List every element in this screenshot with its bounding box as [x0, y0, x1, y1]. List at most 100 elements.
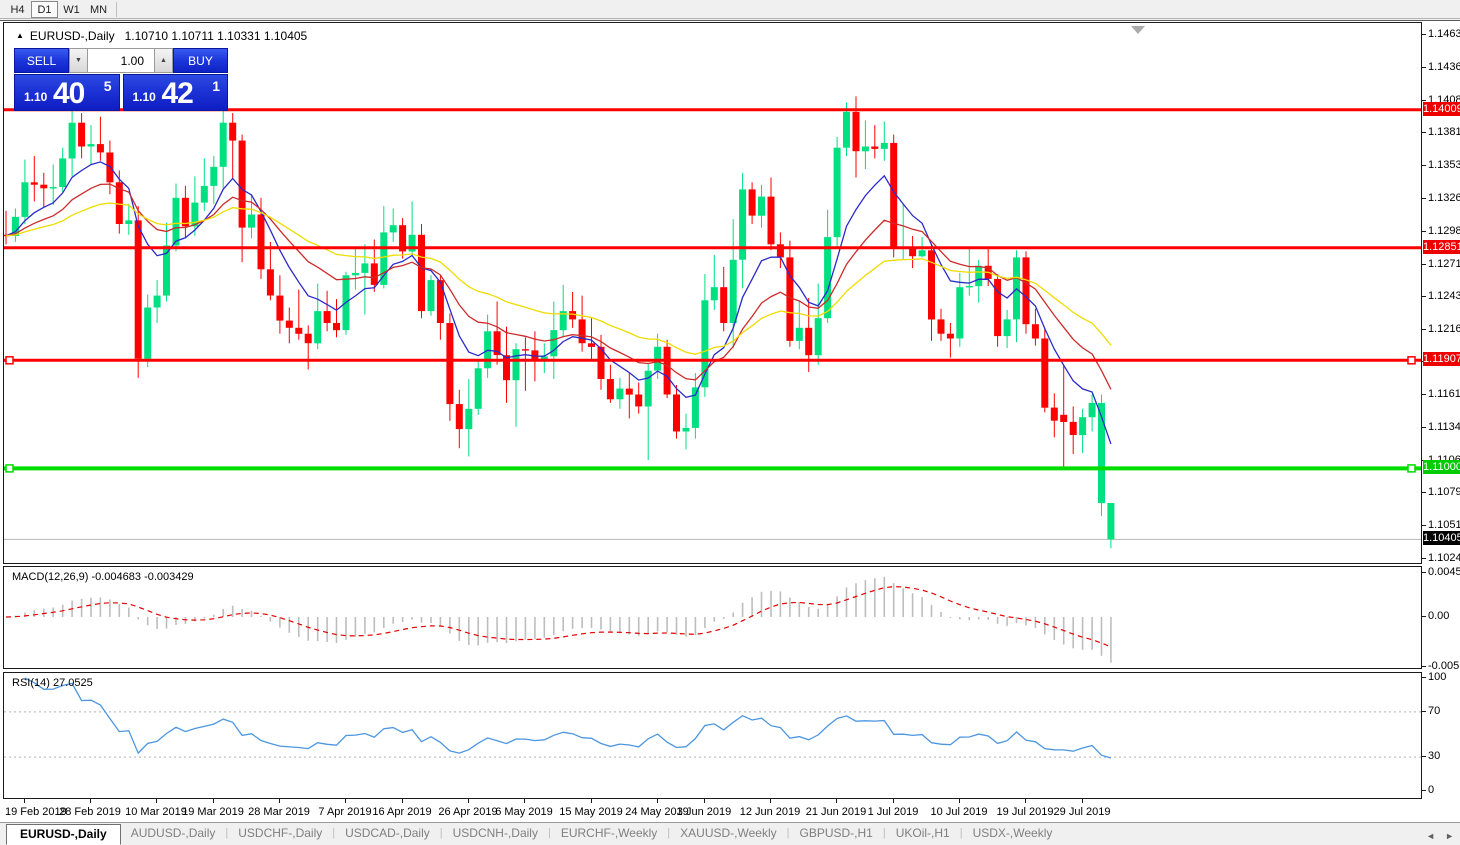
buy-price-sup: 1 [212, 78, 220, 94]
symbol-tab[interactable]: XAUUSD-,Weekly [670, 824, 786, 845]
price-axis-tick: 1.10790 [1428, 486, 1460, 498]
date-axis-label: 28 Feb 2019 [59, 806, 121, 818]
macd-indicator-pane[interactable]: MACD(12,26,9) -0.004683 -0.003429 [3, 566, 1422, 669]
volume-decrease-button[interactable]: ▼ [69, 48, 88, 73]
buy-button[interactable]: BUY [173, 48, 228, 73]
candle [239, 141, 246, 228]
candle [154, 296, 161, 308]
candle [475, 368, 482, 409]
date-axis-label: 16 Apr 2019 [372, 806, 431, 818]
tab-scroll-left-icon[interactable]: ◄ [1426, 831, 1435, 841]
axis-tick [1422, 677, 1426, 678]
candle [248, 215, 255, 228]
line-handle[interactable] [1408, 465, 1415, 472]
price-axis[interactable]: 1.146351.143601.140851.138101.135351.132… [1422, 21, 1460, 823]
price-chart-pane[interactable]: ▲EURUSD-,Daily1.10710 1.10711 1.10331 1.… [3, 22, 1422, 564]
candle [428, 280, 435, 311]
macd-chart[interactable] [4, 567, 1421, 668]
candle [522, 349, 529, 350]
candle [1079, 417, 1086, 435]
candle [862, 147, 869, 152]
symbol-tab[interactable]: USDX-,Weekly [963, 824, 1063, 845]
price-axis-tick: 1.12435 [1428, 290, 1460, 302]
macd-axis-tick: 0.004532 [1428, 566, 1460, 578]
price-line-label[interactable]: 1.11000 [1423, 460, 1460, 474]
candle [928, 250, 935, 319]
symbol-tab[interactable]: USDCNH-,Daily [443, 824, 548, 845]
candle [1051, 408, 1058, 421]
chart-title: ▲EURUSD-,Daily1.10710 1.10711 1.10331 1.… [16, 29, 307, 43]
timeframe-button-d1[interactable]: D1 [31, 1, 58, 18]
symbol-tab-active[interactable]: EURUSD-,Daily [6, 824, 121, 845]
timeframe-button-h4[interactable]: H4 [4, 1, 31, 18]
candle [1107, 503, 1114, 539]
timeframe-button-w1[interactable]: W1 [58, 1, 85, 18]
candle [966, 286, 973, 287]
candle [654, 347, 661, 371]
date-tick [279, 799, 280, 803]
line-handle[interactable] [1408, 357, 1415, 364]
candle [834, 148, 841, 237]
candle [314, 311, 321, 343]
timeframe-toolbar: H4D1W1MN [0, 0, 1460, 19]
date-tick [704, 799, 705, 803]
collapse-triangle-icon[interactable]: ▲ [16, 31, 24, 40]
date-tick [156, 799, 157, 803]
candle [796, 328, 803, 341]
macd-signal-line [6, 587, 1111, 647]
date-axis[interactable]: 19 Feb 201928 Feb 201910 Mar 201919 Mar … [3, 799, 1422, 823]
tab-scroll-right-icon[interactable]: ► [1445, 831, 1454, 841]
price-axis-tick: 1.13260 [1428, 192, 1460, 204]
date-axis-label: 15 May 2019 [559, 806, 623, 818]
line-handle[interactable] [6, 357, 13, 364]
candle [1089, 403, 1096, 417]
price-line-label[interactable]: 1.12851 [1423, 240, 1460, 254]
date-axis-label: 1 Jul 2019 [868, 806, 919, 818]
sell-price-prefix: 1.10 [24, 90, 47, 104]
rsi-axis-tick: 70 [1428, 705, 1440, 717]
candle [749, 189, 756, 215]
volume-increase-button[interactable]: ▲ [154, 48, 173, 73]
date-axis-label: 7 Apr 2019 [318, 806, 371, 818]
date-axis-label: 21 Jun 2019 [806, 806, 867, 818]
chart-shift-marker-icon[interactable] [1131, 26, 1145, 34]
candle [97, 144, 104, 152]
candle [843, 112, 850, 148]
price-axis-tick: 1.10515 [1428, 519, 1460, 531]
symbol-tab[interactable]: EURCHF-,Weekly [551, 824, 667, 845]
candle [78, 123, 85, 147]
symbol-tab[interactable]: GBPUSD-,H1 [789, 824, 882, 845]
buy-price-display[interactable]: 1.10 42 1 [123, 74, 229, 111]
date-tick [90, 799, 91, 803]
symbol-tab[interactable]: AUDUSD-,Daily [121, 824, 226, 845]
date-axis-label: 29 Jul 2019 [1054, 806, 1111, 818]
price-axis-tick: 1.14635 [1428, 28, 1460, 40]
line-handle[interactable] [6, 465, 13, 472]
sell-button[interactable]: SELL [14, 48, 69, 73]
timeframe-button-mn[interactable]: MN [85, 1, 112, 18]
axis-tick [1422, 756, 1426, 757]
date-tick [213, 799, 214, 803]
symbol-tab[interactable]: USDCHF-,Daily [228, 824, 332, 845]
price-line-label[interactable]: 1.11907 [1423, 352, 1460, 366]
candle [673, 395, 680, 432]
price-line-label[interactable]: 1.14009 [1423, 102, 1460, 116]
date-tick [591, 799, 592, 803]
date-tick [468, 799, 469, 803]
rsi-label: RSI(14) 27.0525 [12, 677, 93, 689]
rsi-indicator-pane[interactable]: RSI(14) 27.0525 [3, 672, 1422, 799]
date-axis-label: 19 Jul 2019 [997, 806, 1054, 818]
candle [1004, 319, 1011, 336]
candle [295, 328, 302, 334]
date-axis-label: 12 Jun 2019 [740, 806, 801, 818]
sell-price-display[interactable]: 1.10 40 5 [14, 74, 120, 111]
rsi-chart[interactable] [4, 673, 1421, 798]
candle [871, 147, 878, 149]
symbol-tab[interactable]: USDCAD-,Daily [335, 824, 440, 845]
candle [31, 182, 38, 184]
toolbar-separator [116, 2, 117, 17]
candle [173, 198, 180, 246]
candle [720, 287, 727, 323]
volume-input[interactable] [88, 48, 154, 73]
symbol-tab[interactable]: UKOil-,H1 [886, 824, 960, 845]
